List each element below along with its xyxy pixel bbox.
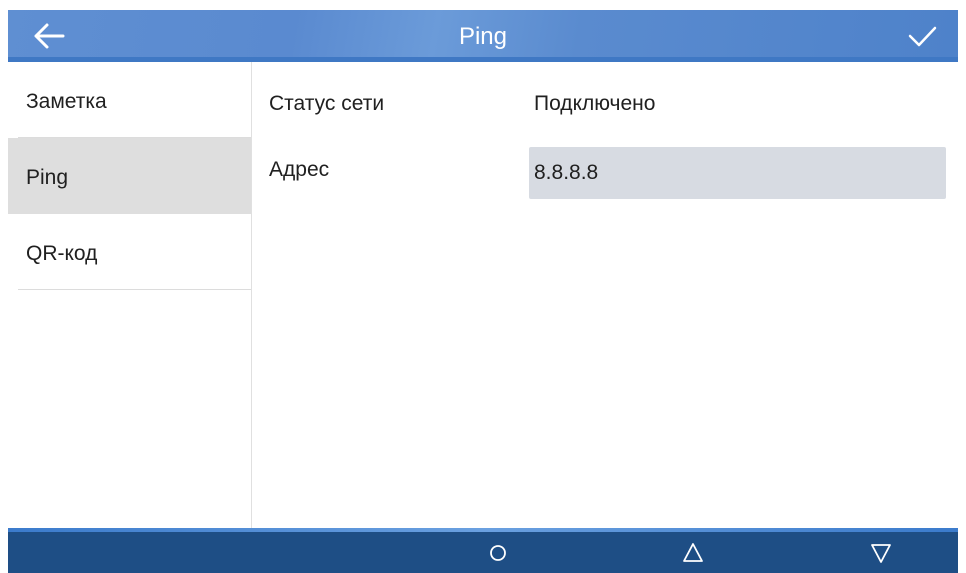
- page-down-button[interactable]: [864, 538, 898, 568]
- main-content: Статус сети Подключено Адрес: [252, 62, 958, 528]
- page-title: Ping: [458, 23, 508, 50]
- network-status-row: Статус сети Подключено: [252, 74, 958, 134]
- confirm-button[interactable]: [902, 18, 942, 54]
- home-button[interactable]: [481, 538, 515, 568]
- network-status-label: Статус сети: [269, 92, 385, 115]
- sidebar-item-note[interactable]: Заметка: [8, 62, 251, 138]
- address-row: Адрес: [252, 140, 958, 200]
- device-screen: Ping Заметка Ping QR-код Статус сети Под…: [0, 0, 966, 573]
- sidebar-item-label: Заметка: [26, 90, 107, 113]
- title-bar: Ping: [8, 10, 958, 62]
- network-status-value: Подключено: [534, 92, 656, 115]
- address-input[interactable]: [529, 147, 946, 199]
- sidebar: Заметка Ping QR-код: [8, 62, 252, 528]
- sidebar-item-label: QR-код: [26, 242, 98, 265]
- sidebar-item-ping[interactable]: Ping: [8, 138, 251, 214]
- home-circle-icon: [490, 545, 506, 561]
- page-up-button[interactable]: [676, 538, 710, 568]
- navigation-bar: [8, 528, 958, 573]
- sidebar-item-qr-code[interactable]: QR-код: [8, 214, 251, 290]
- up-triangle-icon: [683, 543, 703, 562]
- sidebar-item-label: Ping: [26, 166, 69, 189]
- address-label: Адрес: [269, 158, 330, 181]
- down-triangle-icon: [871, 544, 891, 563]
- checkmark-icon: [908, 26, 937, 47]
